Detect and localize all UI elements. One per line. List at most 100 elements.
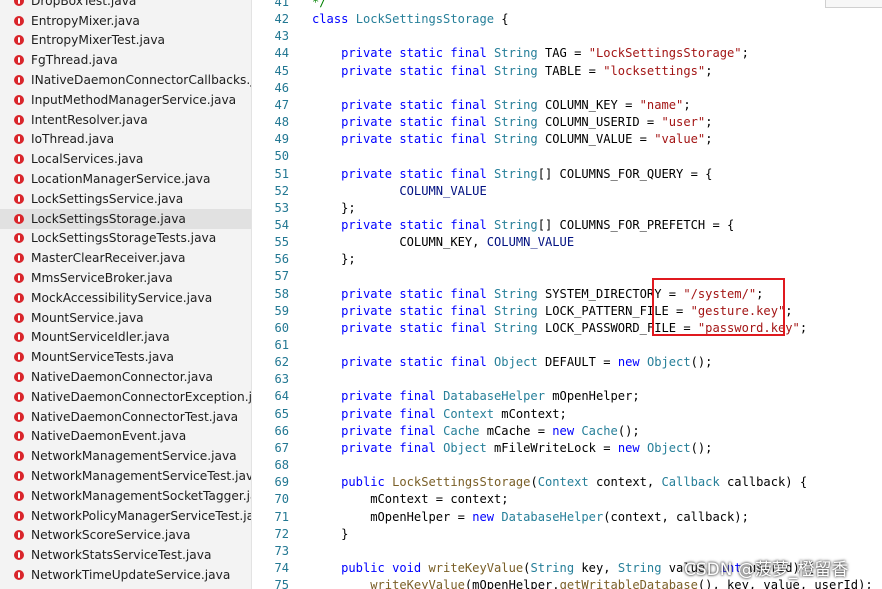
file-item[interactable]: MasterClearReceiver.java [0,248,251,268]
code-line[interactable]: 68 [252,457,882,474]
file-item[interactable]: EntropyMixer.java [0,11,251,31]
code-line[interactable]: 69 public LockSettingsStorage(Context co… [252,474,882,491]
code-line[interactable]: 54 private static final String[] COLUMNS… [252,217,882,234]
java-file-icon [14,510,24,521]
file-item-label: NativeDaemonConnectorException.java [31,389,252,404]
code-line[interactable]: 62 private static final Object DEFAULT =… [252,354,882,371]
code-line[interactable]: 66 private final Cache mCache = new Cach… [252,423,882,440]
line-number: 45 [274,63,289,78]
code-line[interactable]: 55 COLUMN_KEY, COLUMN_VALUE [252,234,882,251]
code-line[interactable]: 72 } [252,526,882,543]
code-line[interactable]: 65 private final Context mContext; [252,406,882,423]
java-file-icon [14,253,24,264]
java-file-icon [14,114,24,125]
file-item-label: FgThread.java [31,53,118,68]
file-item[interactable]: MountServiceIdler.java [0,328,251,348]
line-number: 71 [274,509,289,524]
code-line[interactable]: 46 [252,80,882,97]
code-token: "value" [654,132,706,147]
code-token: private static final [341,63,495,78]
file-item[interactable]: NetworkManagementSocketTagger.java [0,486,251,506]
code-text: private static final String COLUMN_VALUE… [312,131,712,148]
line-number: 63 [274,372,289,387]
code-line[interactable]: 71 mOpenHelper = new DatabaseHelper(cont… [252,509,882,526]
code-text: public LockSettingsStorage(Context conte… [312,474,807,491]
file-item[interactable]: LockSettingsStorageTests.java [0,229,251,249]
code-text: COLUMN_VALUE [312,183,486,200]
java-file-icon [14,213,24,224]
line-number: 54 [274,217,289,232]
file-item[interactable]: INativeDaemonConnectorCallbacks.java [0,70,251,90]
file-item[interactable]: MmsServiceBroker.java [0,268,251,288]
file-item[interactable]: InputMethodManagerService.java [0,90,251,110]
code-line[interactable]: 51 private static final String[] COLUMNS… [252,166,882,183]
file-item[interactable]: LockSettingsStorage.java [0,208,251,229]
code-line[interactable]: 52 COLUMN_VALUE [252,183,882,200]
file-item[interactable]: EntropyMixerTest.java [0,31,251,51]
file-item[interactable]: NetworkTimeUpdateService.java [0,565,251,585]
file-item[interactable]: LocalServices.java [0,149,251,169]
file-item[interactable]: NetworkStatsServiceTest.java [0,545,251,565]
code-line[interactable]: 58 private static final String SYSTEM_DI… [252,286,882,303]
code-editor[interactable]: 41 */42 class LockSettingsStorage {43 44 pr… [252,0,882,589]
code-line[interactable]: 50 [252,148,882,165]
line-number: 72 [274,526,289,541]
file-item[interactable]: NetworkManagementServiceTest.java [0,466,251,486]
file-item[interactable]: NativeDaemonConnector.java [0,367,251,387]
file-item[interactable]: MountService.java [0,308,251,328]
line-number: 50 [274,149,289,164]
code-token: private final [341,423,444,438]
file-item-label: NativeDaemonEvent.java [31,429,187,444]
code-line[interactable]: 41 */ [252,0,882,11]
file-item[interactable]: NetworkPolicyManagerServiceTest.java [0,506,251,526]
java-file-icon [14,332,24,343]
code-line[interactable]: 47 private static final String COLUMN_KE… [252,97,882,114]
code-line[interactable]: 56 }; [252,251,882,268]
file-item[interactable]: IoThread.java [0,130,251,150]
java-file-icon [14,391,24,402]
code-line[interactable]: 48 private static final String COLUMN_US… [252,114,882,131]
file-item[interactable]: MountServiceTests.java [0,347,251,367]
code-line[interactable]: 53 }; [252,200,882,217]
java-file-icon [14,451,24,462]
file-item[interactable]: NetworkScoreService.java [0,526,251,546]
code-line[interactable]: 45 private static final String TABLE = "… [252,63,882,80]
code-line[interactable]: 60 private static final String LOCK_PASS… [252,320,882,337]
code-token: key, [574,560,618,575]
java-file-icon [14,570,24,580]
code-token: ; [741,46,749,61]
code-line[interactable]: 42 class LockSettingsStorage { [252,11,882,28]
code-token: private static final [341,166,495,181]
code-token: private static final [341,286,495,301]
file-item[interactable]: IntentResolver.java [0,110,251,130]
code-line[interactable]: 64 private final DatabaseHelper mOpenHel… [252,388,882,405]
code-token: (); [690,440,713,455]
code-text: private static final String TABLE = "loc… [312,63,712,80]
code-line[interactable]: 57 [252,268,882,285]
file-item[interactable]: NativeDaemonConnectorException.java [0,387,251,407]
file-item[interactable]: NetworkManagementService.java [0,446,251,466]
file-item[interactable]: LocationManagerService.java [0,169,251,189]
file-item[interactable]: NativeDaemonEvent.java [0,427,251,447]
code-line[interactable]: 70 mContext = context; [252,491,882,508]
code-line[interactable]: 49 private static final String COLUMN_VA… [252,131,882,148]
file-item[interactable]: MockAccessibilityService.java [0,288,251,308]
code-line[interactable]: 67 private final Object mFileWriteLock =… [252,440,882,457]
code-token: public void [341,560,429,575]
code-text: */ [312,0,327,11]
file-item[interactable]: FgThread.java [0,50,251,70]
file-item[interactable]: NativeDaemonConnectorTest.java [0,407,251,427]
code-line[interactable]: 44 private static final String TAG = "Lo… [252,45,882,62]
code-line[interactable]: 63 [252,371,882,388]
file-item[interactable]: DropBoxTest.java [0,0,251,11]
code-text: }; [312,251,356,268]
code-text: mOpenHelper = new DatabaseHelper(context… [312,509,749,526]
code-token: } [312,526,349,541]
code-line[interactable]: 61 [252,337,882,354]
code-line[interactable]: 43 [252,28,882,45]
file-item[interactable]: LockSettingsService.java [0,189,251,209]
code-line[interactable]: 59 private static final String LOCK_PATT… [252,303,882,320]
